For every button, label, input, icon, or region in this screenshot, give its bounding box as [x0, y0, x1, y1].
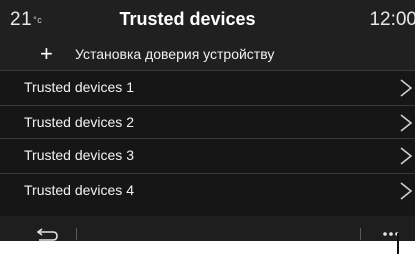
infotainment-screen: 21°c Trusted devices 12:00 + Установка д… [0, 0, 415, 229]
list-item-label: Trusted devices 3 [24, 147, 134, 163]
list-item-trusted-devices-2[interactable]: Trusted devices 2 [0, 105, 415, 138]
list-item-label: Trusted devices 2 [24, 114, 134, 130]
list-item-label: Trusted devices 4 [24, 182, 134, 198]
page-title: Trusted devices [119, 9, 256, 29]
list-item-trusted-devices-4[interactable]: Trusted devices 4 [0, 173, 415, 206]
list-item-trusted-devices-3[interactable]: Trusted devices 3 [0, 138, 415, 171]
clock: 12:00 [369, 9, 415, 30]
list-item-trusted-devices-1[interactable]: Trusted devices 1 [0, 70, 415, 103]
add-trusted-device-button[interactable]: + Установка доверия устройству [0, 40, 415, 70]
callout-line [397, 233, 399, 254]
add-trusted-device-label: Установка доверия устройству [75, 46, 275, 62]
chevron-right-icon [400, 79, 413, 97]
chevron-right-icon [400, 147, 413, 165]
status-header: 21°c Trusted devices 12:00 [0, 0, 415, 40]
chevron-right-icon [400, 182, 413, 200]
page-margin [0, 241, 415, 254]
list-item-label: Trusted devices 1 [24, 79, 134, 95]
toolbar-divider [76, 228, 77, 240]
toolbar-divider [360, 228, 361, 240]
plus-icon: + [40, 41, 53, 66]
chevron-right-icon [400, 114, 413, 132]
